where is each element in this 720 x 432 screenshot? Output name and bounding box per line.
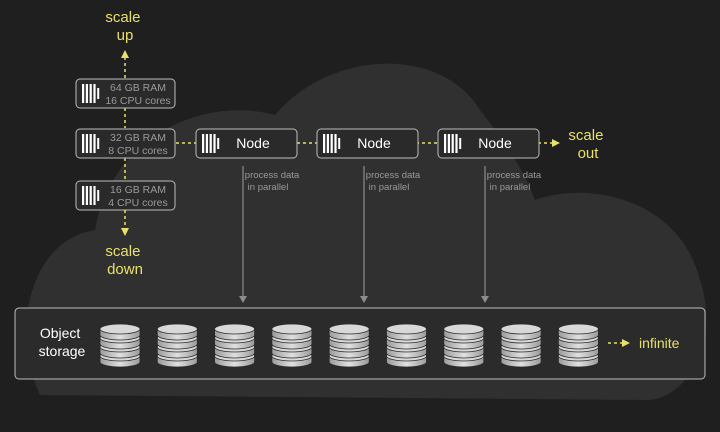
node-label: Node — [357, 135, 391, 151]
storage-disk-icon — [500, 323, 542, 368]
scale-down-line2: down — [107, 261, 143, 278]
infinite-label: infinite — [639, 335, 680, 351]
scale-up-line1: scale — [105, 9, 140, 26]
size-box-64gb: 64 GB RAM 16 CPU cores — [75, 78, 176, 109]
scale-up-label: scale up — [105, 9, 144, 44]
scale-down-label: scale down — [105, 243, 144, 278]
scale-out-arrowhead — [552, 139, 560, 147]
storage-disk-icon — [99, 323, 141, 368]
size-box-16gb: 16 GB RAM 4 CPU cores — [75, 180, 176, 211]
storage-disk-icon — [328, 323, 370, 368]
storage-disk-icon — [271, 323, 313, 368]
size-cpu: 8 CPU cores — [108, 145, 168, 157]
parallel-line1: process data — [245, 170, 300, 181]
storage-disk-icon — [386, 323, 427, 368]
node-label: Node — [478, 135, 512, 151]
scale-up-arrowhead — [121, 50, 129, 58]
scale-out-line1: scale — [568, 127, 603, 144]
scale-out-label: scale out — [568, 127, 607, 162]
process-parallel-label: process data in parallel — [487, 170, 542, 193]
scale-out-line2: out — [578, 145, 600, 162]
architecture-diagram: scale up 64 GB RAM 16 CPU cores 32 GB RA… — [14, 9, 707, 401]
size-ram: 32 GB RAM — [110, 132, 166, 144]
node-box: Node — [195, 128, 298, 159]
scale-up-line2: up — [117, 27, 134, 44]
node-label: Node — [236, 135, 270, 151]
parallel-line2: in parallel — [369, 182, 410, 193]
parallel-line1: process data — [487, 170, 542, 181]
size-cpu: 4 CPU cores — [108, 197, 168, 209]
storage-line1: Object — [40, 325, 81, 341]
storage-disk-icon — [558, 323, 599, 368]
size-ram: 16 GB RAM — [110, 184, 166, 196]
storage-disk-icon — [443, 323, 485, 368]
parallel-line2: in parallel — [490, 182, 531, 193]
storage-disk-icon — [214, 323, 256, 368]
node-box: Node — [437, 128, 540, 159]
size-ram: 64 GB RAM — [110, 82, 166, 94]
disks-layer — [99, 323, 599, 368]
size-box-32gb: 32 GB RAM 8 CPU cores — [75, 128, 176, 159]
scale-down-line1: scale — [105, 243, 140, 260]
storage-disk-icon — [156, 323, 198, 368]
storage-line2: storage — [39, 343, 86, 359]
size-cpu: 16 CPU cores — [105, 95, 170, 107]
parallel-line2: in parallel — [248, 182, 289, 193]
node-box: Node — [316, 128, 419, 159]
parallel-line1: process data — [366, 170, 421, 181]
